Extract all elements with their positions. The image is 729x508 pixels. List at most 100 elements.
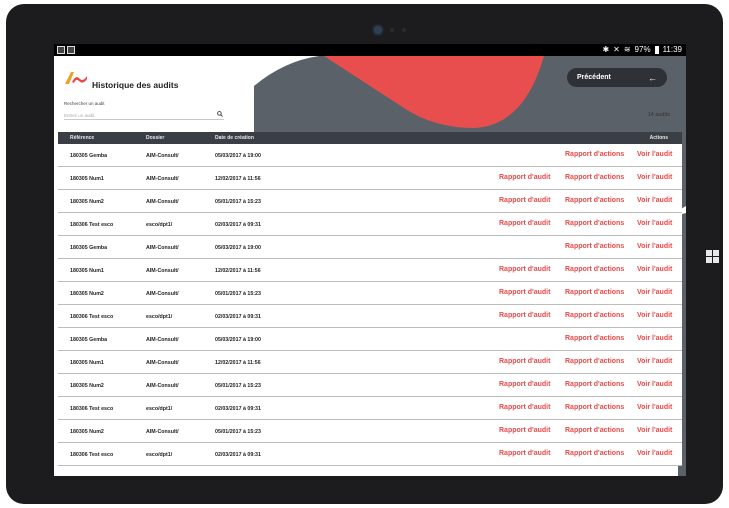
- cell-reference: 180306 Test esco: [70, 452, 114, 458]
- sensor-dot: [402, 28, 406, 32]
- table-row: 180306 Test esco esco/dpt1/02/03/2017 à 0…: [58, 443, 682, 466]
- status-icons-right: ✱ ✕ ≋ 97% 11:39: [602, 44, 682, 56]
- voir-audit-link[interactable]: Voir l'audit: [637, 450, 672, 457]
- rapport-audit-link[interactable]: Rapport d'audit: [499, 427, 550, 434]
- rapport-audit-link[interactable]: Rapport d'audit: [499, 404, 550, 411]
- rapport-actions-link[interactable]: Rapport d'actions: [565, 358, 624, 365]
- search-label: Rechercher un audit: [64, 101, 105, 106]
- column-header-date: Date de création: [215, 135, 254, 141]
- voir-audit-link[interactable]: Voir l'audit: [637, 220, 672, 227]
- arrow-left-icon: ←: [648, 72, 657, 83]
- rapport-audit-link[interactable]: Rapport d'audit: [499, 220, 550, 227]
- voir-audit-link[interactable]: Voir l'audit: [637, 151, 672, 158]
- cell-dossier: AIM-Consult/: [146, 383, 179, 389]
- rapport-actions-link[interactable]: Rapport d'actions: [565, 427, 624, 434]
- bluetooth-icon: ✱: [602, 45, 610, 54]
- rapport-audit-link[interactable]: Rapport d'audit: [499, 174, 550, 181]
- column-header-actions: Actions: [649, 135, 668, 141]
- rapport-audit-link[interactable]: Rapport d'audit: [499, 358, 550, 365]
- voir-audit-link[interactable]: Voir l'audit: [637, 335, 672, 342]
- audit-count: 14 audits: [647, 112, 670, 118]
- battery-icon: [654, 46, 659, 54]
- cell-reference: 180306 Test esco: [70, 406, 114, 412]
- voir-audit-link[interactable]: Voir l'audit: [637, 358, 672, 365]
- table-row: 180305 Num2 AIM-Consult/05/01/2017 à 15:2…: [58, 420, 682, 443]
- search-icon[interactable]: [217, 111, 223, 117]
- table-row: 180306 Test esco esco/dpt1/02/03/2017 à 0…: [58, 305, 682, 328]
- cell-reference: 180305 Num2: [70, 199, 104, 205]
- table-header: Référence Dossier Date de création Actio…: [58, 132, 682, 144]
- rapport-audit-link[interactable]: Rapport d'audit: [499, 197, 550, 204]
- cell-dossier: AIM-Consult/: [146, 176, 179, 182]
- cell-date: 02/03/2017 à 09:31: [215, 222, 261, 228]
- cell-date: 02/03/2017 à 09:31: [215, 314, 261, 320]
- column-header-dossier: Dossier: [146, 135, 165, 141]
- rapport-audit-link[interactable]: Rapport d'audit: [499, 312, 550, 319]
- cell-date: 05/01/2017 à 15:23: [215, 429, 261, 435]
- rapport-actions-link[interactable]: Rapport d'actions: [565, 450, 624, 457]
- cell-reference: 180305 Gemba: [70, 245, 108, 251]
- rapport-actions-link[interactable]: Rapport d'actions: [565, 174, 624, 181]
- gallery-icon: [57, 46, 65, 54]
- rapport-actions-link[interactable]: Rapport d'actions: [565, 243, 624, 250]
- search-field[interactable]: [64, 109, 224, 120]
- mute-icon: ✕: [613, 45, 620, 54]
- cell-date: 05/01/2017 à 15:23: [215, 199, 261, 205]
- rapport-actions-link[interactable]: Rapport d'actions: [565, 312, 624, 319]
- table-row: 180305 Num2 AIM-Consult/05/01/2017 à 15:2…: [58, 374, 682, 397]
- rapport-audit-link[interactable]: Rapport d'audit: [499, 266, 550, 273]
- cell-dossier: esco/dpt1/: [146, 314, 173, 320]
- voir-audit-link[interactable]: Voir l'audit: [637, 266, 672, 273]
- cell-dossier: AIM-Consult/: [146, 245, 179, 251]
- rapport-actions-link[interactable]: Rapport d'actions: [565, 151, 624, 158]
- rapport-actions-link[interactable]: Rapport d'actions: [565, 197, 624, 204]
- cell-date: 02/03/2017 à 09:31: [215, 406, 261, 412]
- page-title: Historique des audits: [92, 80, 179, 90]
- rapport-audit-link[interactable]: Rapport d'audit: [499, 289, 550, 296]
- rapport-actions-link[interactable]: Rapport d'actions: [565, 335, 624, 342]
- cell-reference: 180305 Num2: [70, 383, 104, 389]
- voir-audit-link[interactable]: Voir l'audit: [637, 174, 672, 181]
- rapport-actions-link[interactable]: Rapport d'actions: [565, 289, 624, 296]
- cell-dossier: esco/dpt1/: [146, 222, 173, 228]
- rapport-audit-link[interactable]: Rapport d'audit: [499, 450, 550, 457]
- cell-reference: 180306 Test esco: [70, 314, 114, 320]
- cell-reference: 180305 Num1: [70, 176, 104, 182]
- table-row: 180305 Gemba AIM-Consult/05/03/2017 à 19:…: [58, 144, 682, 167]
- cell-reference: 180305 Gemba: [70, 337, 108, 343]
- voir-audit-link[interactable]: Voir l'audit: [637, 289, 672, 296]
- voir-audit-link[interactable]: Voir l'audit: [637, 312, 672, 319]
- cell-reference: 180305 Num2: [70, 291, 104, 297]
- cell-date: 02/03/2017 à 09:31: [215, 452, 261, 458]
- windows-logo-icon[interactable]: [706, 250, 720, 264]
- cell-dossier: esco/dpt1/: [146, 452, 173, 458]
- rapport-actions-link[interactable]: Rapport d'actions: [565, 404, 624, 411]
- voir-audit-link[interactable]: Voir l'audit: [637, 243, 672, 250]
- cell-dossier: AIM-Consult/: [146, 337, 179, 343]
- cell-reference: 180305 Num1: [70, 360, 104, 366]
- rapport-audit-link[interactable]: Rapport d'audit: [499, 381, 550, 388]
- rapport-actions-link[interactable]: Rapport d'actions: [565, 266, 624, 273]
- voir-audit-link[interactable]: Voir l'audit: [637, 197, 672, 204]
- cell-dossier: AIM-Consult/: [146, 268, 179, 274]
- cell-reference: 180305 Gemba: [70, 153, 108, 159]
- voir-audit-link[interactable]: Voir l'audit: [637, 404, 672, 411]
- voir-audit-link[interactable]: Voir l'audit: [637, 381, 672, 388]
- previous-button[interactable]: Précédent ←: [567, 68, 667, 87]
- cell-dossier: AIM-Consult/: [146, 360, 179, 366]
- search-input[interactable]: [64, 109, 212, 119]
- cell-date: 05/03/2017 à 19:00: [215, 153, 261, 159]
- voir-audit-link[interactable]: Voir l'audit: [637, 427, 672, 434]
- table-row: 180306 Test esco esco/dpt1/02/03/2017 à 0…: [58, 397, 682, 420]
- cell-dossier: AIM-Consult/: [146, 199, 179, 205]
- rapport-actions-link[interactable]: Rapport d'actions: [565, 381, 624, 388]
- cell-date: 12/02/2017 à 11:56: [215, 176, 261, 182]
- audit-table: Référence Dossier Date de création Actio…: [58, 132, 682, 466]
- table-row: 180305 Gemba AIM-Consult/05/03/2017 à 19:…: [58, 328, 682, 351]
- cell-date: 12/02/2017 à 11:56: [215, 360, 261, 366]
- table-row: 180305 Num2 AIM-Consult/05/01/2017 à 15:2…: [58, 282, 682, 305]
- cell-date: 05/01/2017 à 15:23: [215, 291, 261, 297]
- status-icons-left: [57, 46, 75, 54]
- rapport-actions-link[interactable]: Rapport d'actions: [565, 220, 624, 227]
- clock: 11:39: [662, 45, 682, 54]
